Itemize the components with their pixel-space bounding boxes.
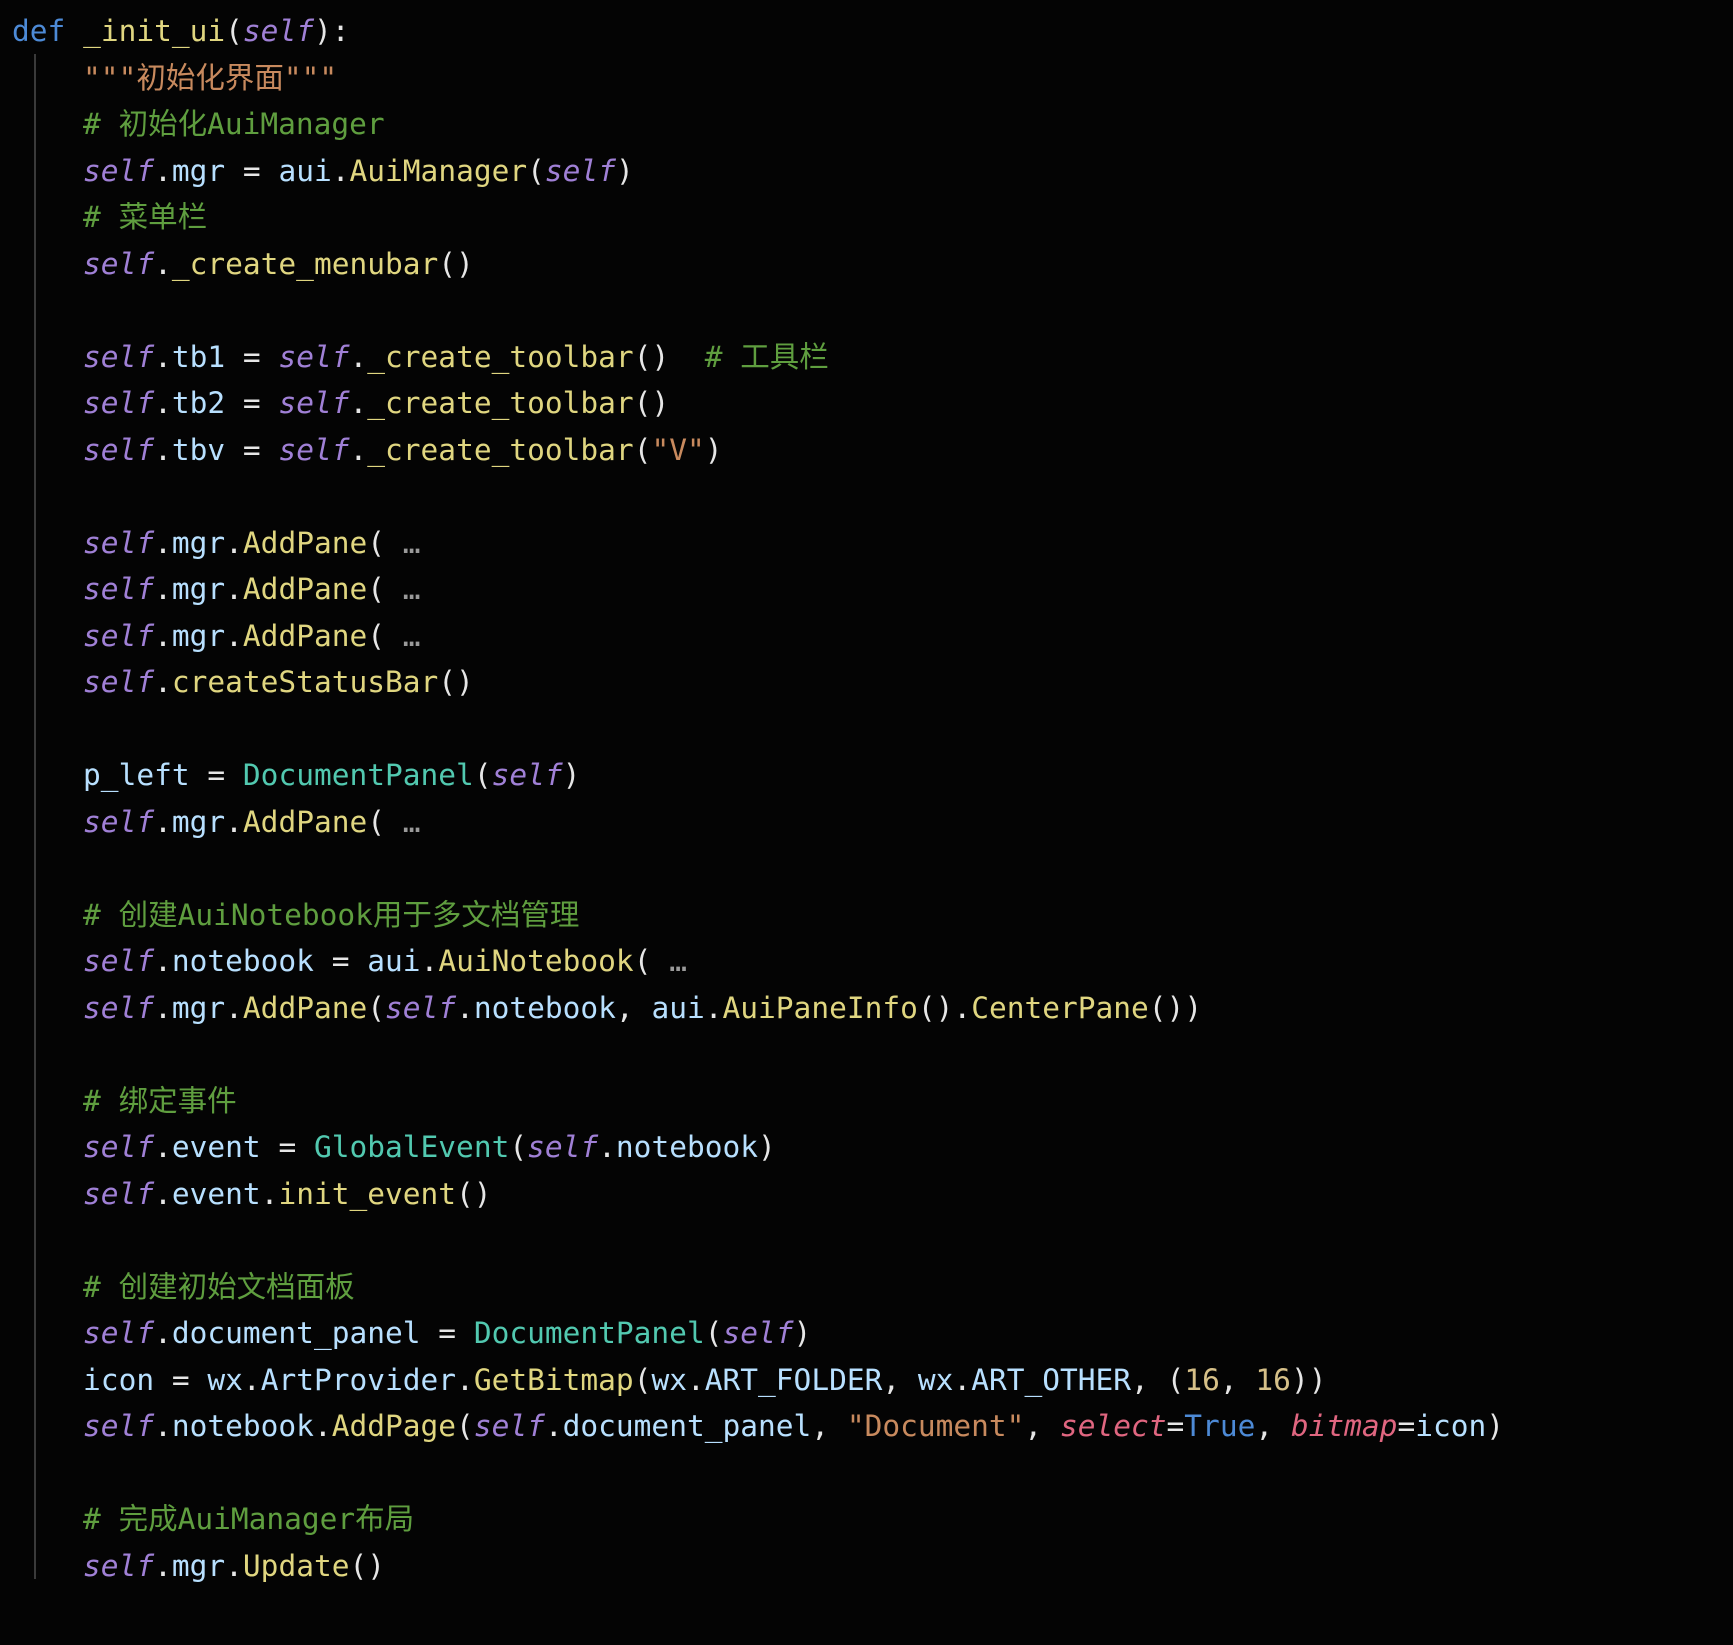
fold-icon[interactable]: … (403, 619, 422, 653)
fold-icon[interactable]: … (403, 526, 422, 560)
fold-icon[interactable]: … (403, 805, 422, 839)
comment-toolbar: # 工具栏 (705, 340, 829, 374)
comment-notebook: # 创建AuiNotebook用于多文档管理 (83, 898, 579, 932)
comment-bind-events: # 绑定事件 (83, 1084, 237, 1118)
param-self: self (243, 14, 314, 48)
comment-docpanel: # 创建初始文档面板 (83, 1270, 355, 1304)
comment-menubar: # 菜单栏 (83, 200, 207, 234)
comment-finish: # 完成AuiManager布局 (83, 1502, 414, 1536)
fold-icon[interactable]: … (403, 572, 422, 606)
comment-init-mgr: # 初始化AuiManager (83, 107, 385, 141)
docstring: """初始化界面""" (83, 61, 337, 95)
indent-guide (34, 54, 36, 1579)
code-block: def _init_ui(self): """初始化界面""" # 初始化Aui… (0, 0, 1733, 1597)
kw-def: def (12, 14, 65, 48)
fn-name: _init_ui (83, 14, 225, 48)
fold-icon[interactable]: … (669, 944, 688, 978)
